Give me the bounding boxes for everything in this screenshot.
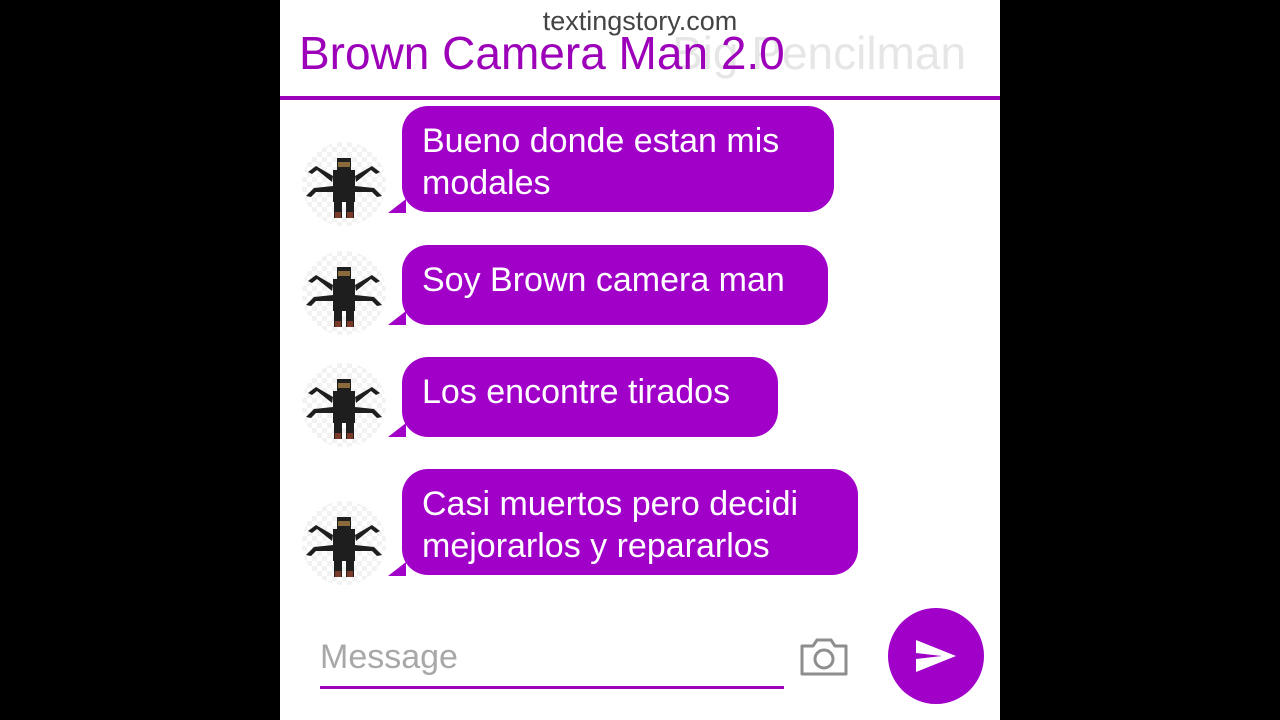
avatar-figure-icon — [306, 379, 382, 439]
avatar-figure-icon — [306, 158, 382, 218]
send-button[interactable] — [888, 608, 984, 704]
message-bubble[interactable]: Bueno donde estan mis modales — [402, 106, 834, 212]
message-bubble[interactable]: Casi muertos pero decidi mejorarlos y re… — [402, 469, 858, 575]
avatar[interactable] — [302, 251, 386, 335]
message-bubble[interactable]: Los encontre tirados — [402, 357, 778, 437]
camera-icon — [800, 638, 848, 676]
bubble-tail — [388, 423, 406, 437]
video-frame: Big Pencilman Brown Camera Man 2.0 texti… — [0, 0, 1280, 720]
message-bubble[interactable]: Soy Brown camera man — [402, 245, 828, 325]
bubble-tail — [388, 562, 406, 576]
chat-screen: Big Pencilman Brown Camera Man 2.0 texti… — [280, 0, 1000, 720]
message-input[interactable]: Message — [320, 630, 784, 689]
message-placeholder: Message — [320, 638, 458, 676]
send-icon — [916, 640, 956, 672]
avatar[interactable] — [302, 142, 386, 226]
bubble-tail — [388, 199, 406, 213]
bubble-tail — [388, 311, 406, 325]
camera-button[interactable] — [798, 636, 850, 678]
avatar[interactable] — [302, 363, 386, 447]
watermark: textingstory.com — [542, 6, 738, 36]
avatar-figure-icon — [306, 267, 382, 327]
avatar-figure-icon — [306, 517, 382, 577]
avatar[interactable] — [302, 501, 386, 585]
